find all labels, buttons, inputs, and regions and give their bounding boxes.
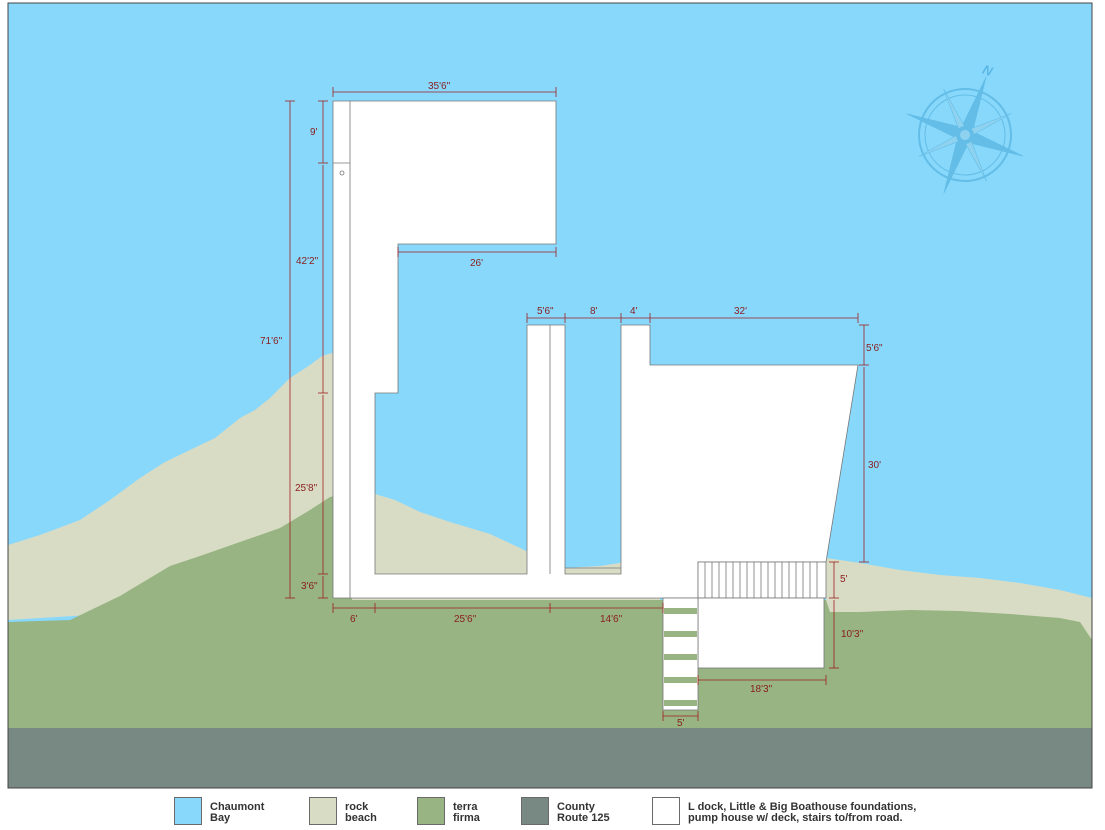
legend-label-beach: rock beach (345, 801, 377, 824)
legend-swatch-road (521, 797, 549, 825)
dim-25-6: 25'6" (454, 614, 477, 625)
pump-house-deck (697, 561, 827, 599)
pump-house (697, 597, 825, 669)
dim-35-6: 35'6" (428, 81, 451, 92)
site-plan-diagram: N 35'6" 9' 42'2" 71'6" 26' 25'8" 3'6" 6'… (7, 2, 1093, 789)
legend-item-terra: terra firma (417, 797, 480, 825)
dim-5: 5' (840, 574, 848, 585)
legend-item-road: County Route 125 (521, 797, 610, 825)
dim-6: 6' (350, 614, 358, 625)
legend-item-bay: Chaumont Bay (174, 797, 264, 825)
dim-26: 26' (470, 258, 483, 269)
dim-32: 32' (734, 306, 747, 317)
legend-label-structures: L dock, Little & Big Boathouse foundatio… (688, 801, 917, 824)
county-route-125 (8, 728, 1092, 788)
dim-30: 30' (868, 460, 881, 471)
dim-10-3: 10'3" (841, 629, 864, 640)
dim-18-3: 18'3" (750, 684, 773, 695)
dim-4: 4' (630, 306, 638, 317)
legend-swatch-beach (309, 797, 337, 825)
dim-5-6-right: 5'6" (866, 343, 883, 354)
dim-3-6: 3'6" (301, 581, 318, 592)
legend-label-terra: terra firma (453, 801, 480, 824)
legend: Chaumont Bay rock beach terra firma County R… (0, 792, 1105, 830)
legend-item-structures: L dock, Little & Big Boathouse foundatio… (652, 797, 916, 825)
dim-9: 9' (310, 127, 318, 138)
legend-swatch-terra (417, 797, 445, 825)
dim-71-6: 71'6" (260, 336, 283, 347)
dim-42-2: 42'2" (296, 256, 319, 267)
legend-label-bay: Chaumont Bay (210, 801, 265, 824)
dim-8: 8' (590, 306, 598, 317)
dim-5-stairs: 5' (677, 718, 685, 729)
dim-25-8: 25'8" (295, 483, 318, 494)
legend-swatch-structures (652, 797, 680, 825)
dim-5-6-top: 5'6" (537, 306, 554, 317)
dim-14-6: 14'6" (600, 614, 623, 625)
legend-swatch-bay (174, 797, 202, 825)
legend-label-road: County Route 125 (557, 801, 610, 824)
legend-item-beach: rock beach (309, 797, 377, 825)
